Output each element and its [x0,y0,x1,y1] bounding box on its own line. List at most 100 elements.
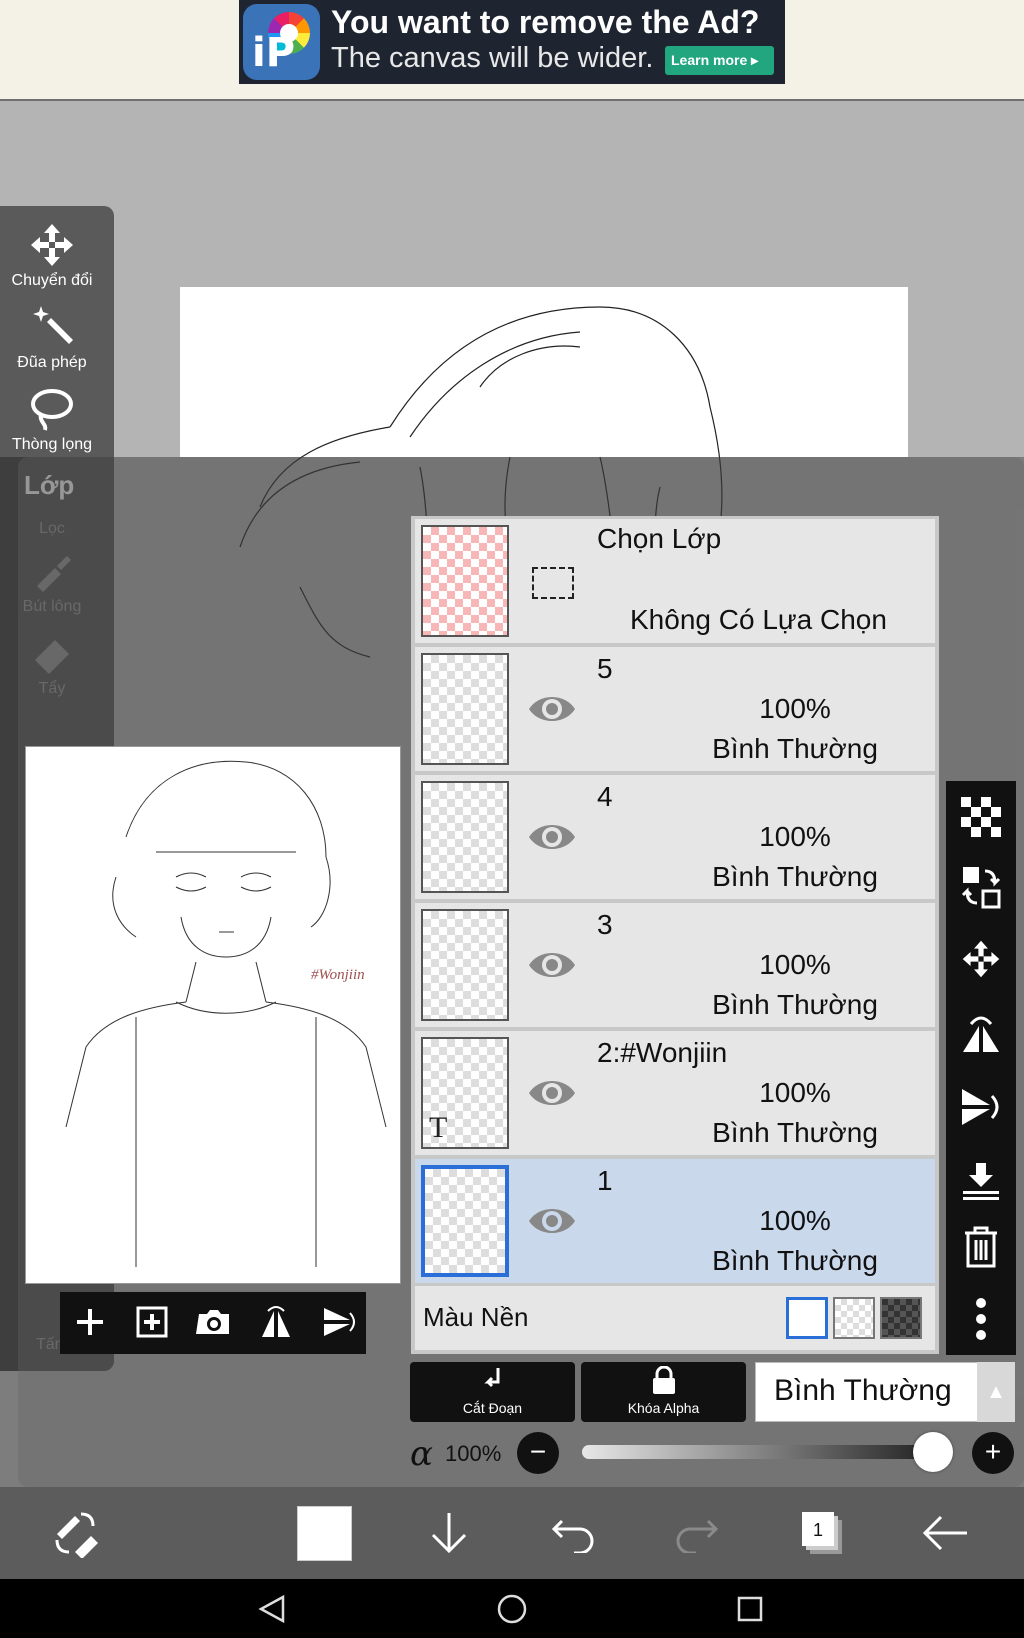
alpha-lock-label: Khóa Alpha [627,1400,700,1416]
download-button[interactable] [424,1500,474,1566]
magic-wand-icon [33,306,73,344]
chevron-up-icon[interactable]: ▲ [977,1362,1015,1422]
layer-opacity: 100% [759,949,831,980]
nav-recents-icon[interactable] [730,1589,770,1629]
nav-back-icon[interactable] [252,1589,292,1629]
flip-horizontal-button[interactable] [250,1296,302,1348]
opacity-slider-track[interactable] [582,1445,932,1459]
flip-horizontal-icon [963,1016,999,1052]
opacity-increase-button[interactable]: + [972,1432,1014,1474]
layer-thumbnail: T [421,1037,509,1149]
ad-title: You want to remove the Ad? [331,4,760,40]
layer-name: 4 [597,781,613,812]
add-layer-box-icon [136,1306,168,1338]
transparent-fill-button[interactable] [950,786,1012,848]
preview-sketch: #Wonjiin [65,760,387,1267]
eye-icon[interactable] [527,691,577,727]
layer-row[interactable]: T 2:#Wonjiin 100% Bình Thường [415,1031,935,1155]
eye-icon[interactable] [527,819,577,855]
tool-lasso[interactable]: Thòng lọng [0,386,104,454]
add-layer-copy-button[interactable] [126,1296,178,1348]
layer-thumbnail [421,653,509,765]
flip-horizontal-icon [262,1306,290,1337]
opacity-slider-thumb[interactable] [913,1432,953,1472]
text-layer-icon: T [429,1111,448,1144]
alpha-symbol: α [410,1434,433,1474]
clipping-label: Cắt Đoạn [462,1400,523,1416]
swap-layer-button[interactable] [950,856,1012,918]
layer-opacity: 100% [759,1077,831,1108]
layer-name: 1 [597,1165,613,1196]
background-dark-swatch[interactable] [880,1297,922,1339]
tool-lasso-label: Thòng lọng [11,436,93,453]
tool-switch-button[interactable] [46,1500,106,1566]
flip-vertical-icon [324,1308,355,1336]
checkerboard-icon [961,797,1001,837]
arrow-down-icon [431,1513,467,1554]
alpha-lock-button[interactable]: Khóa Alpha [581,1362,746,1422]
back-button[interactable] [918,1500,974,1566]
layers-button[interactable]: 1 [796,1500,850,1566]
bottom-app-bar [0,1487,1024,1579]
undo-button[interactable] [548,1500,598,1566]
layer-blend-mode: Bình Thường [712,861,878,892]
import-photo-button[interactable] [188,1296,240,1348]
preview-watermark: #Wonjiin [311,967,365,983]
move-arrows-icon [31,224,73,266]
flip-vertical-button[interactable] [312,1296,364,1348]
trash-icon [965,1226,997,1268]
layer-name: 2:#Wonjiin [597,1037,728,1068]
flip-layer-horizontal-button[interactable] [950,1002,1012,1064]
layer-count: 1 [813,1520,823,1540]
more-vertical-icon [976,1298,986,1340]
blend-mode-value: Bình Thường [774,1374,952,1407]
background-white-swatch[interactable] [786,1297,828,1339]
opacity-value: 100% [445,1441,502,1466]
tool-magic-wand[interactable]: Đũa phép [0,304,104,372]
add-layer-button[interactable] [64,1296,116,1348]
flip-layer-vertical-button[interactable] [950,1076,1012,1138]
selection-marquee-icon [532,567,574,599]
lock-icon [652,1365,675,1394]
layer-opacity: 100% [759,693,831,724]
merge-down-icon [963,1163,999,1200]
layers-count-icon: 1 [802,1512,842,1554]
eye-icon[interactable] [527,1203,577,1239]
layer-row[interactable]: 4 100% Bình Thường [415,775,935,899]
layer-row-selected[interactable]: 1 100% Bình Thường [415,1159,935,1283]
background-transparent-swatch[interactable] [833,1297,875,1339]
layer-blend-mode: Bình Thường [712,1245,878,1276]
opacity-decrease-button[interactable]: − [517,1432,559,1474]
layer-opacity: 100% [759,821,831,852]
camera-icon [196,1310,229,1334]
move-layer-button[interactable] [950,928,1012,990]
layer-blend-mode: Bình Thường [712,989,878,1020]
learn-more-button[interactable]: Learn more ▸ [665,46,774,75]
clipping-arrow-icon [483,1368,499,1388]
canvas-preview[interactable]: #Wonjiin [25,746,401,1284]
layer-row[interactable]: 3 100% Bình Thường [415,903,935,1027]
layer-opacity: 100% [759,1205,831,1236]
selection-layer-thumbnail [421,525,509,637]
eye-icon[interactable] [527,947,577,983]
background-color-label: Màu Nền [423,1302,529,1332]
nav-home-icon[interactable] [492,1589,532,1629]
layer-name: 3 [597,909,613,940]
clipping-button[interactable]: Cắt Đoạn [410,1362,575,1422]
undo-icon [551,1519,594,1553]
redo-button[interactable] [672,1500,722,1566]
merge-down-button[interactable] [950,1150,1012,1212]
layer-blend-mode: Bình Thường [712,733,878,764]
redo-icon [676,1519,719,1553]
delete-layer-button[interactable] [950,1216,1012,1278]
more-options-button[interactable] [950,1288,1012,1350]
flip-vertical-icon [962,1089,999,1125]
eye-icon[interactable] [527,1075,577,1111]
layer-row[interactable]: 5 100% Bình Thường [415,647,935,771]
brush-eraser-swap-icon [55,1512,98,1558]
tool-transform[interactable]: Chuyển đổi [0,222,104,290]
layer-name: 5 [597,653,613,684]
selection-layer-title: Chọn Lớp [597,523,722,554]
tool-transform-label: Chuyển đổi [11,272,93,289]
current-color-swatch[interactable] [297,1506,352,1561]
